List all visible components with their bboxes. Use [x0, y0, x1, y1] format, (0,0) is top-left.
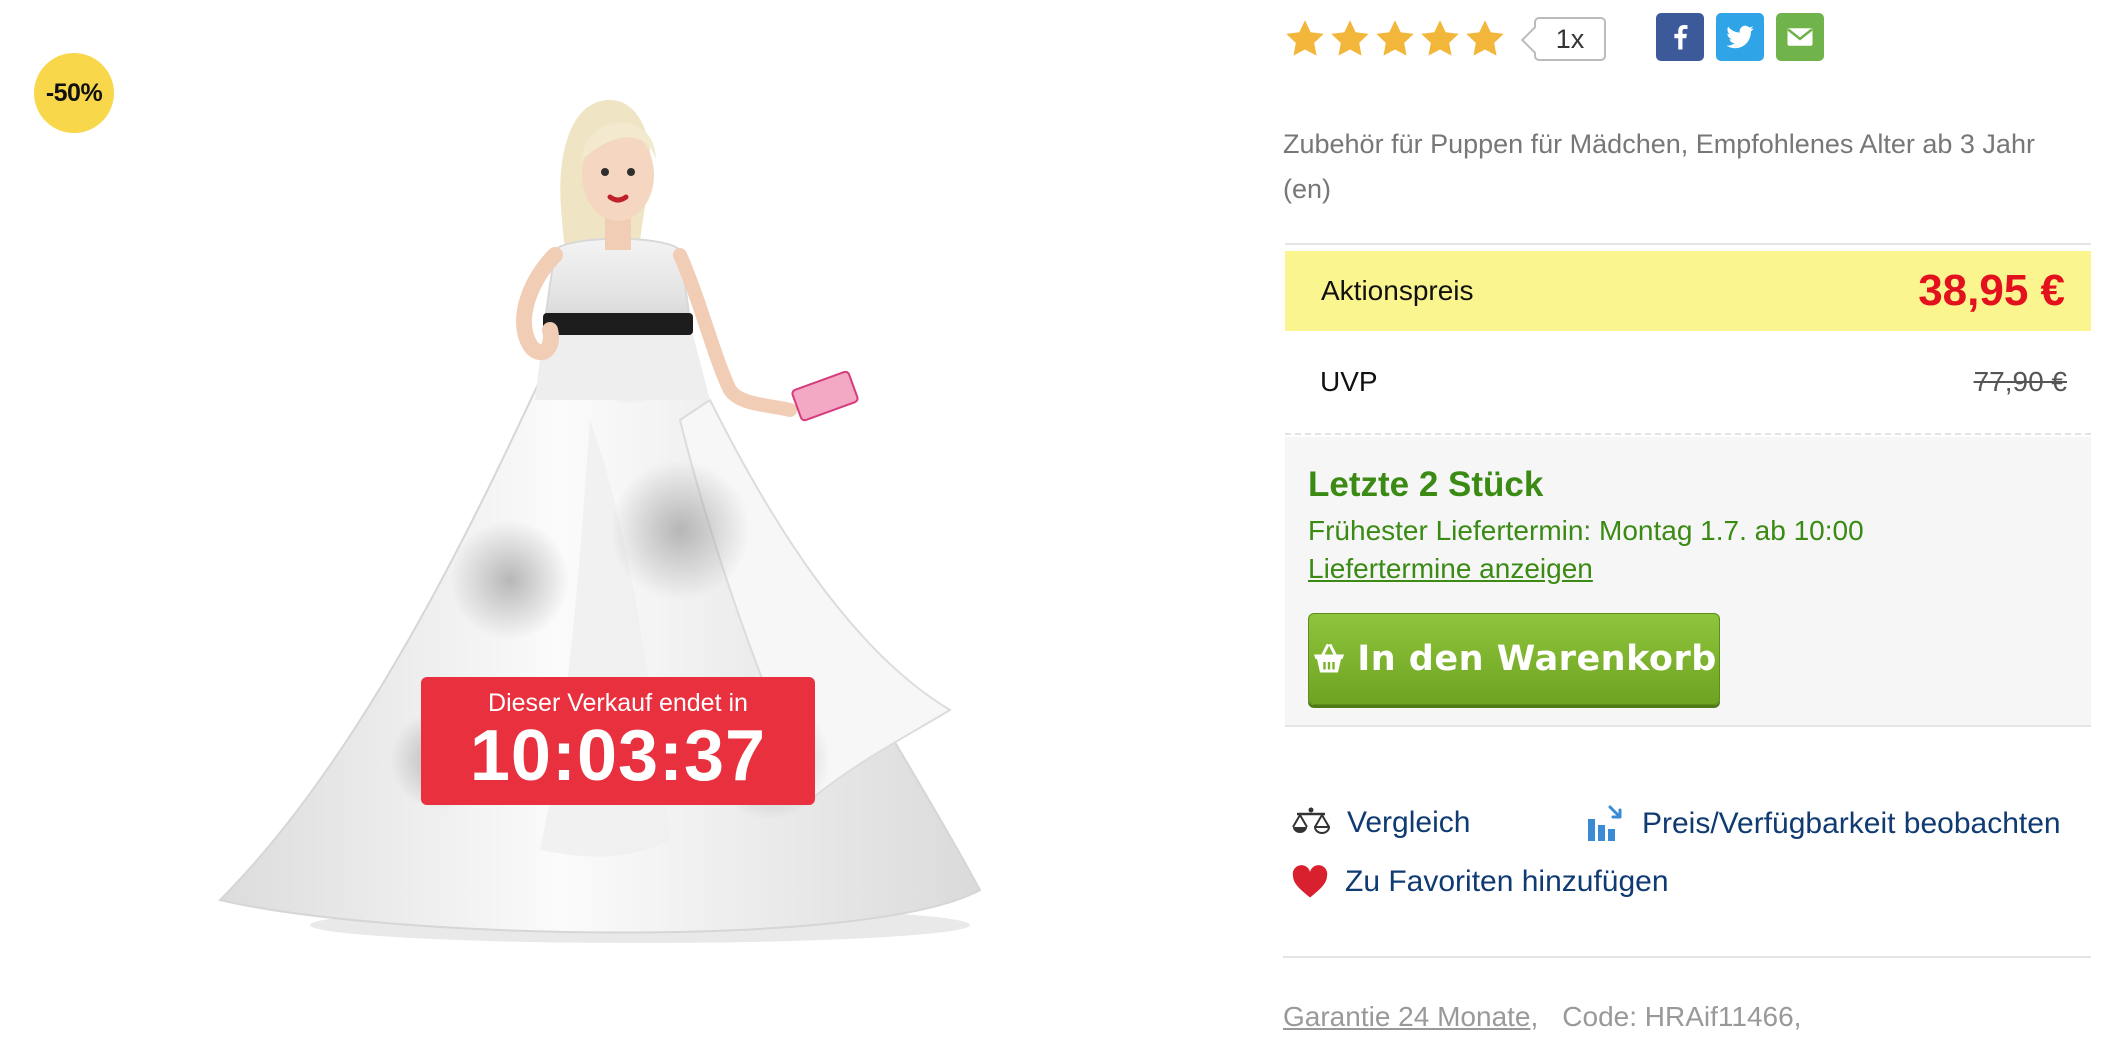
- star-icon: [1328, 17, 1372, 61]
- barbie-doll-product-photo[interactable]: [210, 60, 1010, 960]
- email-share-button[interactable]: [1776, 13, 1824, 61]
- scale-icon: [1292, 807, 1331, 834]
- watch-price-availability-link[interactable]: Preis/Verfügbarkeit beobachten: [1586, 805, 2061, 843]
- heart-icon: [1292, 865, 1328, 898]
- watch-label: Preis/Verfügbarkeit beobachten: [1642, 807, 2061, 840]
- star-icon: [1463, 17, 1507, 61]
- product-description: Zubehör für Puppen für Mädchen, Empfohle…: [1283, 129, 2035, 204]
- facebook-icon: [1674, 25, 1688, 50]
- review-count-label: 1x: [1555, 23, 1585, 54]
- favorites-label: Zu Favoriten hinzufügen: [1345, 865, 1669, 898]
- uvp-label: UVP: [1320, 366, 1378, 397]
- twitter-icon: [1726, 25, 1754, 49]
- uvp-price: 77,90 €: [1973, 366, 2067, 397]
- stock-status: Letzte 2 Stück: [1308, 465, 1544, 504]
- warranty-link[interactable]: Garantie 24 Monate: [1283, 1001, 1531, 1032]
- star-icon: [1283, 17, 1327, 61]
- add-to-favorites-link[interactable]: Zu Favoriten hinzufügen: [1291, 865, 1669, 899]
- product-meta: Garantie 24 Monate, Code: HRAif11466,: [1283, 1001, 1802, 1032]
- compare-link[interactable]: Vergleich: [1291, 805, 1470, 841]
- bar-chart-icon: [1588, 805, 1622, 841]
- sale-countdown-banner: Dieser Verkauf endet in 10:03:37: [421, 677, 815, 805]
- action-price-label: Aktionspreis: [1321, 275, 1474, 306]
- rating-row[interactable]: 1x: [1283, 14, 1606, 64]
- action-price-row: Aktionspreis 38,95 €: [1285, 251, 2091, 331]
- email-icon: [1787, 28, 1813, 46]
- star-icon: [1373, 17, 1417, 61]
- divider: [1285, 243, 2091, 245]
- product-code: Code: HRAif11466,: [1562, 1001, 1802, 1032]
- share-buttons: [1656, 13, 1824, 61]
- star-icon: [1418, 17, 1462, 61]
- divider: [1283, 956, 2091, 958]
- delivery-dates-link[interactable]: Liefertermine anzeigen: [1308, 553, 1593, 585]
- availability-box: Letzte 2 Stück Frühester Liefertermin: M…: [1285, 437, 2091, 727]
- uvp-row: UVP 77,90 €: [1285, 331, 2091, 435]
- facebook-share-button[interactable]: [1656, 13, 1704, 61]
- product-info-panel: 1x Zubehör für Puppen für Mädchen, Empfo…: [1283, 0, 2091, 1048]
- product-image-area: -50% Dieser Verkauf endet in 10:03:37: [0, 0, 1240, 1048]
- sale-timer-label: Dieser Verkauf endet in: [488, 689, 748, 717]
- action-price-value: 38,95 €: [1918, 266, 2065, 315]
- twitter-share-button[interactable]: [1716, 13, 1764, 61]
- add-to-cart-button[interactable]: In den Warenkorb: [1308, 613, 1720, 705]
- earliest-delivery-date: Frühester Liefertermin: Montag 1.7. ab 1…: [1308, 515, 1864, 546]
- discount-badge: -50%: [34, 53, 114, 133]
- basket-icon: [1314, 644, 1345, 673]
- compare-label: Vergleich: [1347, 806, 1471, 839]
- review-count-badge[interactable]: 1x: [1534, 17, 1606, 61]
- price-table: Aktionspreis 38,95 € UVP 77,90 €: [1285, 243, 2091, 435]
- add-to-cart-label: In den Warenkorb: [1357, 639, 1717, 679]
- sale-timer-countdown: 10:03:37: [469, 716, 767, 796]
